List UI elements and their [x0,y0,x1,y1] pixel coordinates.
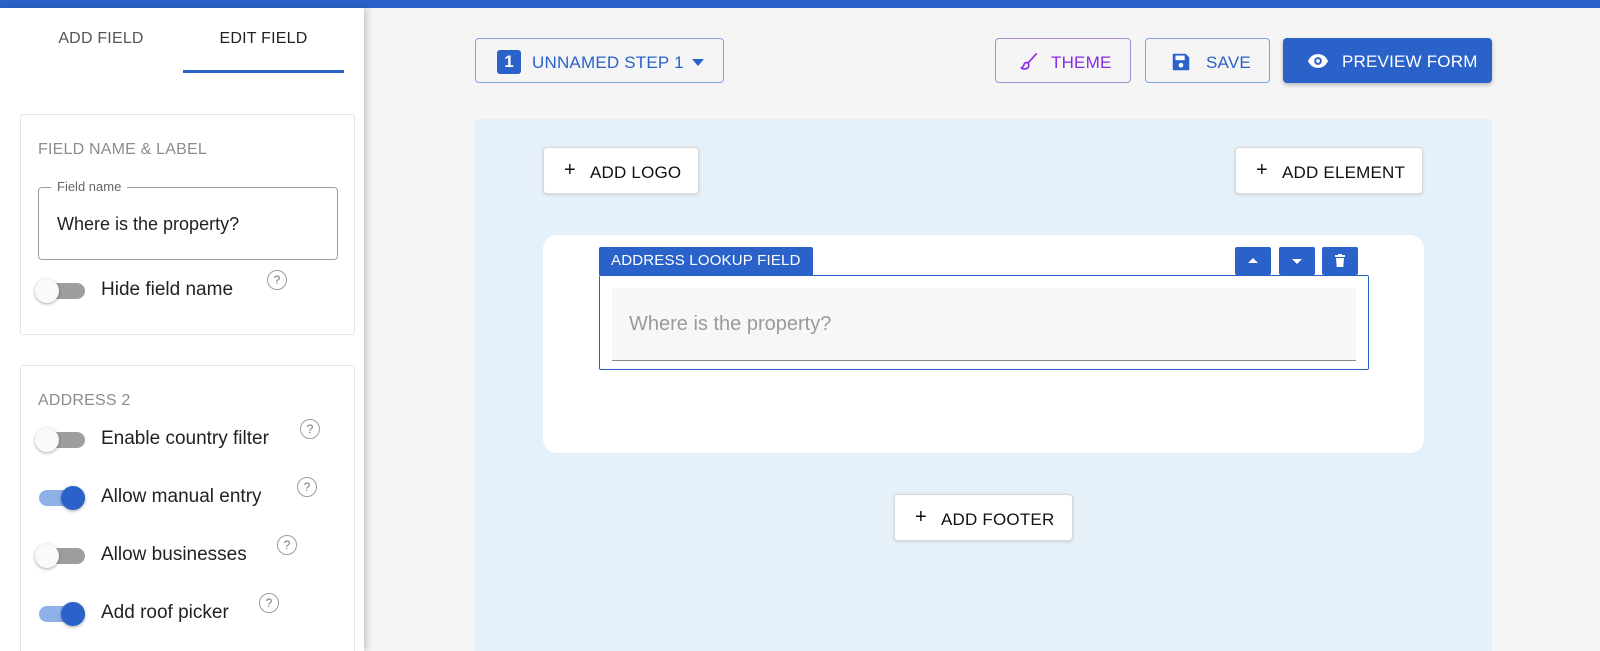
plus-icon: + [915,506,927,528]
manual-entry-label: Allow manual entry [101,486,262,507]
help-icon[interactable]: ? [259,593,279,613]
add-footer-label: ADD FOOTER [941,510,1055,529]
help-icon[interactable]: ? [267,270,287,290]
address-lookup-input[interactable]: Where is the property? [612,288,1356,361]
add-logo-button[interactable]: + ADD LOGO [543,147,699,194]
floppy-disk-icon [1172,53,1190,71]
field-name-card: FIELD NAME & LABEL Field name Where is t… [20,114,355,335]
form-step-card: ADDRESS LOOKUP FIELD Where is the proper… [543,235,1424,453]
paintbrush-icon [1020,52,1038,70]
save-label: SAVE [1206,53,1251,72]
step-selector[interactable]: 1 UNNAMED STEP 1 [475,38,724,83]
eye-icon [1307,54,1329,68]
sidebar-tabs: ADD FIELD EDIT FIELD [0,8,364,74]
roof-picker-label: Add roof picker [101,602,229,623]
country-filter-label: Enable country filter [101,428,269,449]
address-section-title: ADDRESS 2 [38,392,131,409]
trash-icon [1335,254,1345,267]
businesses-row: Allow businesses ? [35,535,335,569]
step-number-badge: 1 [497,50,521,74]
address-settings-card: ADDRESS 2 Enable country filter ? Allow … [20,365,355,651]
help-icon[interactable]: ? [300,419,320,439]
theme-button[interactable]: THEME [995,38,1131,83]
tab-edit-field[interactable]: EDIT FIELD [183,30,344,74]
top-accent-bar [0,0,1600,8]
add-element-button[interactable]: + ADD ELEMENT [1235,147,1423,194]
preview-form-label: PREVIEW FORM [1342,52,1478,71]
add-logo-label: ADD LOGO [590,163,682,182]
field-type-tag: ADDRESS LOOKUP FIELD [599,247,813,275]
plus-icon: + [564,159,576,181]
sidebar: ADD FIELD EDIT FIELD FIELD NAME & LABEL … [0,8,364,651]
hide-field-name-label: Hide field name [101,279,234,300]
caret-down-icon [1292,259,1302,264]
chevron-down-icon [692,59,704,66]
hide-field-name-toggle[interactable] [35,276,87,304]
businesses-label: Allow businesses [101,544,247,565]
selected-field-frame[interactable]: Where is the property? [599,275,1369,370]
help-icon[interactable]: ? [277,535,297,555]
plus-icon: + [1256,159,1268,181]
field-name-legend: Field name [51,179,128,194]
field-name-section-title: FIELD NAME & LABEL [38,141,207,158]
roof-picker-toggle[interactable] [35,599,87,627]
add-element-label: ADD ELEMENT [1282,163,1406,182]
caret-up-icon [1248,258,1258,263]
field-name-input[interactable]: Field name Where is the property? [38,179,338,260]
country-filter-toggle[interactable] [35,425,87,453]
add-footer-button[interactable]: + ADD FOOTER [894,494,1073,541]
theme-label: THEME [1051,53,1112,72]
manual-entry-row: Allow manual entry ? [35,477,335,511]
tab-add-field[interactable]: ADD FIELD [20,30,182,74]
form-canvas: + ADD LOGO + ADD ELEMENT ADDRESS LOOKUP … [475,119,1492,651]
address-placeholder: Where is the property? [629,313,832,335]
active-tab-indicator [183,70,344,73]
help-icon[interactable]: ? [297,477,317,497]
move-up-button[interactable] [1235,247,1271,275]
delete-field-button[interactable] [1322,247,1358,275]
hide-field-name-row: Hide field name ? [35,270,335,304]
roof-picker-row: Add roof picker ? [35,593,335,627]
step-label: UNNAMED STEP 1 [532,53,684,72]
field-name-value: Where is the property? [57,214,240,234]
country-filter-row: Enable country filter ? [35,419,335,453]
save-button[interactable]: SAVE [1145,38,1270,83]
businesses-toggle[interactable] [35,541,87,569]
manual-entry-toggle[interactable] [35,483,87,511]
preview-form-button[interactable]: PREVIEW FORM [1283,38,1492,83]
move-down-button[interactable] [1279,247,1315,275]
